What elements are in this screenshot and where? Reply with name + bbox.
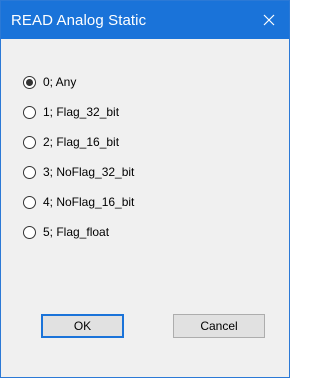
title-bar[interactable]: READ Analog Static [1, 1, 289, 39]
radio-option-4[interactable]: 4; NoFlag_16_bit [23, 187, 134, 217]
radio-option-0[interactable]: 0; Any [23, 67, 134, 97]
radio-option-3[interactable]: 3; NoFlag_32_bit [23, 157, 134, 187]
radio-label: 1; Flag_32_bit [43, 105, 120, 119]
radio-label: 4; NoFlag_16_bit [43, 195, 135, 209]
radio-option-5[interactable]: 5; Flag_float [23, 217, 134, 247]
window-title: READ Analog Static [11, 12, 147, 29]
radio-label: 2; Flag_16_bit [43, 135, 120, 149]
dialog-window: READ Analog Static 0; Any 1; Flag_32_bit… [0, 0, 290, 378]
radio-label: 3; NoFlag_32_bit [43, 165, 135, 179]
cancel-button[interactable]: Cancel [173, 314, 265, 338]
radio-label: 5; Flag_float [43, 225, 110, 239]
ok-button[interactable]: OK [41, 314, 124, 338]
radio-option-2[interactable]: 2; Flag_16_bit [23, 127, 134, 157]
radio-group: 0; Any 1; Flag_32_bit 2; Flag_16_bit 3; … [23, 67, 134, 247]
radio-button[interactable] [23, 225, 36, 239]
close-button[interactable] [249, 1, 289, 39]
radio-button[interactable] [23, 195, 36, 209]
radio-button-checked[interactable] [23, 75, 36, 89]
radio-option-1[interactable]: 1; Flag_32_bit [23, 97, 134, 127]
radio-button[interactable] [23, 105, 36, 119]
radio-label: 0; Any [43, 75, 77, 89]
close-icon [263, 14, 275, 26]
radio-button[interactable] [23, 135, 36, 149]
radio-button[interactable] [23, 165, 36, 179]
